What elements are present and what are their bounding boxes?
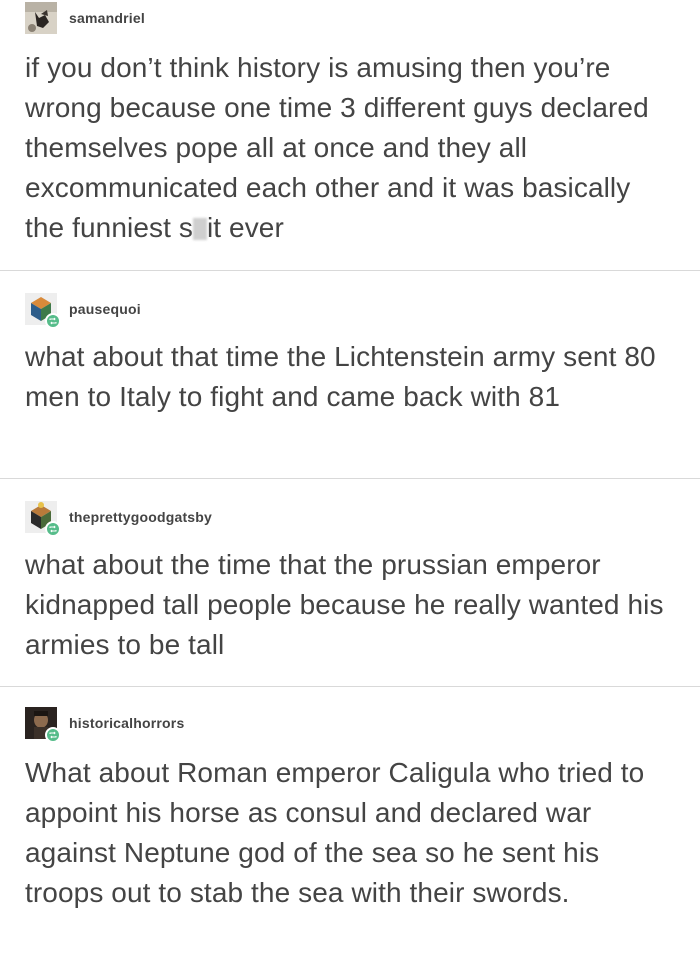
- username[interactable]: historicalhorrors: [69, 715, 184, 731]
- post-text-part: it ever: [206, 212, 284, 243]
- post-header: samandriel: [25, 2, 145, 34]
- avatar[interactable]: [25, 501, 61, 537]
- username[interactable]: theprettygoodgatsby: [69, 509, 212, 525]
- cat-face-avatar-icon: [25, 2, 57, 34]
- post-text: What about Roman emperor Caligula who tr…: [25, 757, 645, 908]
- reblog-icon: [45, 313, 61, 329]
- post-header: historicalhorrors: [25, 707, 184, 743]
- post-text-part: if you don’t think history is amusing th…: [25, 52, 649, 243]
- post-text: what about that time the Lichtenstein ar…: [25, 341, 656, 412]
- avatar[interactable]: [25, 2, 57, 34]
- post-historicalhorrors: historicalhorrors What about Roman emper…: [0, 687, 700, 956]
- post-text: if you don’t think history is amusing th…: [25, 48, 670, 248]
- censor-block: [192, 218, 207, 240]
- post-samandriel: samandriel if you don’t think history is…: [0, 0, 700, 271]
- avatar[interactable]: [25, 293, 61, 329]
- reblog-thread: samandriel if you don’t think history is…: [0, 0, 700, 956]
- post-header: theprettygoodgatsby: [25, 501, 212, 537]
- username[interactable]: samandriel: [69, 10, 145, 26]
- post-theprettygoodgatsby: theprettygoodgatsby what about the time …: [0, 479, 700, 687]
- post-header: pausequoi: [25, 293, 141, 329]
- post-text: what about the time that the prussian em…: [25, 549, 664, 660]
- reblog-icon: [45, 521, 61, 537]
- post-pausequoi: pausequoi what about that time the Licht…: [0, 271, 700, 479]
- username[interactable]: pausequoi: [69, 301, 141, 317]
- reblog-icon: [45, 727, 61, 743]
- avatar[interactable]: [25, 707, 61, 743]
